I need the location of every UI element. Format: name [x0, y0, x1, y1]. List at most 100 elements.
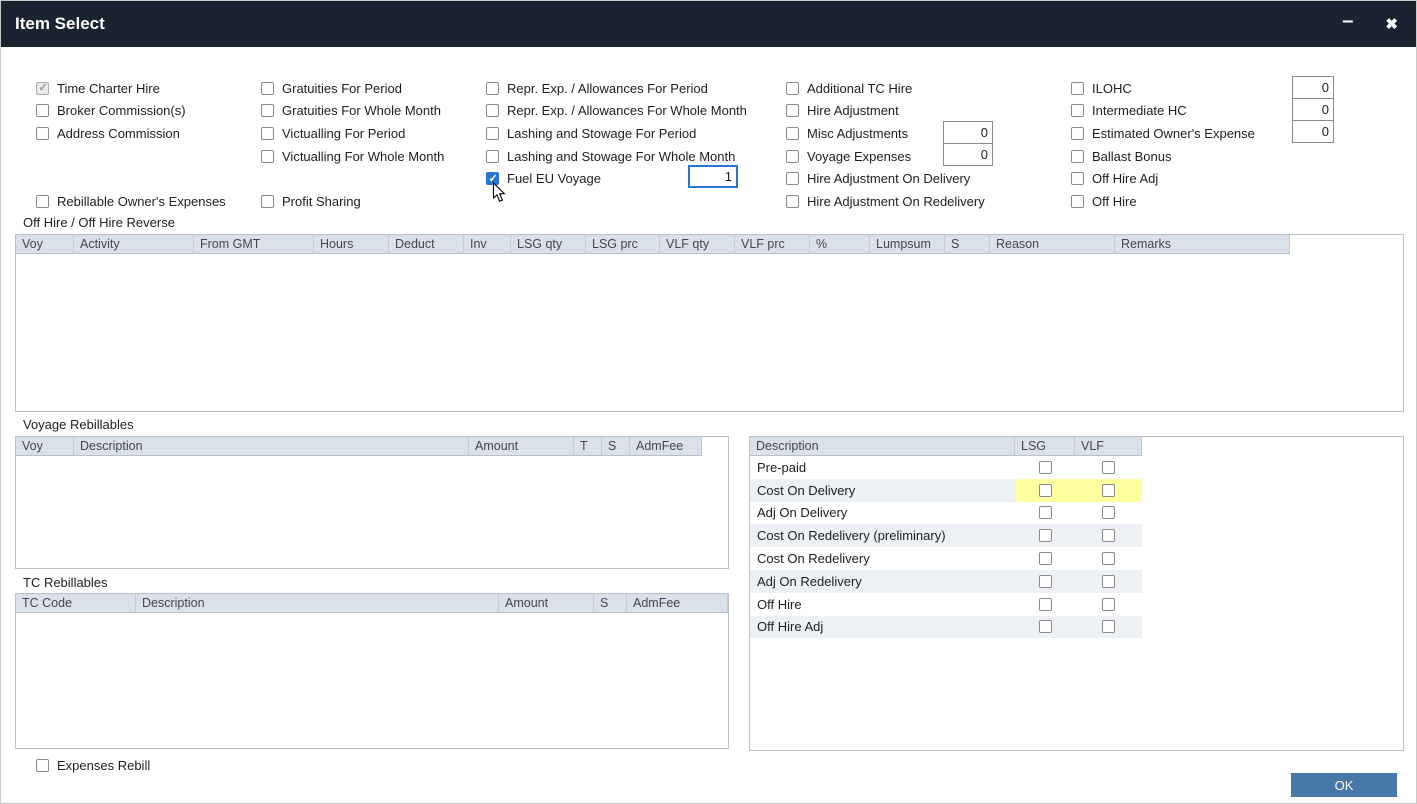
cost-row-off-hire[interactable]: Off Hire [750, 593, 1142, 616]
estimated-owners-expense-option: Estimated Owner's Expense [1071, 122, 1255, 145]
off-hire-adj-lsg-checkbox[interactable] [1039, 620, 1052, 633]
ilohc-checkbox[interactable] [1071, 82, 1084, 95]
voyage-expenses-input[interactable] [943, 143, 993, 166]
off-hire-col-lsg-prc: LSG prc [586, 235, 660, 254]
gratuities-for-period-checkbox[interactable] [261, 82, 274, 95]
voyage-expenses-checkbox[interactable] [786, 150, 799, 163]
voyage-rebillables-col-s: S [602, 437, 630, 456]
repr-exp-allowances-for-period-label: Repr. Exp. / Allowances For Period [507, 81, 708, 96]
pre-paid-lsg-checkbox[interactable] [1039, 461, 1052, 474]
ballast-bonus-checkbox[interactable] [1071, 150, 1084, 163]
lashing-and-stowage-for-period-checkbox[interactable] [486, 127, 499, 140]
expenses-rebill-option: Expenses Rebill [36, 754, 150, 777]
expenses-rebill-checkbox[interactable] [36, 759, 49, 772]
lashing-and-stowage-for-whole-month-checkbox[interactable] [486, 150, 499, 163]
off-hire-checkbox[interactable] [1071, 195, 1084, 208]
off-hire-adj-checkbox[interactable] [1071, 172, 1084, 185]
hire-adjustment-option: Hire Adjustment [786, 100, 985, 123]
fuel-eu-voyage-checkbox[interactable] [486, 172, 499, 185]
repr-exp-allowances-for-period-option: Repr. Exp. / Allowances For Period [486, 77, 747, 100]
cost-on-redelivery-preliminary-lsg-checkbox[interactable] [1039, 529, 1052, 542]
pre-paid-vlf-checkbox[interactable] [1102, 461, 1115, 474]
misc-adjustments-checkbox[interactable] [786, 127, 799, 140]
repr-exp-allowances-for-whole-month-checkbox[interactable] [486, 104, 499, 117]
voyage-rebillables-col-description: Description [74, 437, 469, 456]
cost-option-label: Cost On Redelivery [750, 547, 1015, 570]
cost-row-adj-on-redelivery[interactable]: Adj On Redelivery [750, 570, 1142, 593]
hire-adjustment-on-delivery-option: Hire Adjustment On Delivery [786, 167, 985, 190]
additional-tc-hire-checkbox[interactable] [786, 82, 799, 95]
cost-option-label: Adj On Redelivery [750, 570, 1015, 593]
voyage-rebillables-table: Voy Description Amount T S AdmFee [15, 436, 729, 569]
off-hire-adj-option: Off Hire Adj [1071, 167, 1255, 190]
estimated-owners-expense-input[interactable] [1292, 120, 1334, 143]
hire-adjustment-checkbox[interactable] [786, 104, 799, 117]
additional-tc-hire-label: Additional TC Hire [807, 81, 912, 96]
ilohc-option: ILOHC [1071, 77, 1255, 100]
off-hire-col-vlf-qty: VLF qty [660, 235, 735, 254]
ilohc-input[interactable] [1292, 76, 1334, 99]
cost-option-label: Off Hire [750, 593, 1015, 616]
cost-on-redelivery-preliminary-vlf-checkbox[interactable] [1102, 529, 1115, 542]
cost-row-adj-on-delivery[interactable]: Adj On Delivery [750, 502, 1142, 525]
intermediate-hc-label: Intermediate HC [1092, 103, 1187, 118]
off-hire-section-title: Off Hire / Off Hire Reverse [23, 215, 175, 230]
victualling-for-period-label: Victualling For Period [282, 126, 405, 141]
minimize-icon[interactable]: – [1342, 11, 1353, 31]
intermediate-hc-input[interactable] [1292, 98, 1334, 121]
address-commission-checkbox[interactable] [36, 127, 49, 140]
cost-option-label: Pre-paid [750, 456, 1015, 479]
broker-commissions-checkbox[interactable] [36, 104, 49, 117]
cost-options-rows: Pre-paid Cost On Delivery Adj On Deliver… [750, 456, 1142, 638]
fuel-eu-voyage-input[interactable] [688, 165, 738, 188]
cost-option-label: Adj On Delivery [750, 502, 1015, 525]
cost-options-col-lsg: LSG [1015, 437, 1075, 456]
hire-adjustment-on-delivery-label: Hire Adjustment On Delivery [807, 171, 970, 186]
close-icon[interactable]: ✖ [1385, 17, 1398, 32]
victualling-for-period-checkbox[interactable] [261, 127, 274, 140]
cost-option-label: Off Hire Adj [750, 616, 1015, 639]
victualling-for-whole-month-checkbox[interactable] [261, 150, 274, 163]
ok-button[interactable]: OK [1291, 773, 1397, 797]
misc-adjustments-label: Misc Adjustments [807, 126, 908, 141]
hire-adjustment-on-redelivery-option: Hire Adjustment On Redelivery [786, 190, 985, 213]
hire-adjustment-on-redelivery-checkbox[interactable] [786, 195, 799, 208]
rebillable-owners-expenses-checkbox[interactable] [36, 195, 49, 208]
cost-row-cost-on-delivery[interactable]: Cost On Delivery [750, 479, 1142, 502]
off-hire-col-reason: Reason [990, 235, 1115, 254]
off-hire-adj-vlf-checkbox[interactable] [1102, 620, 1115, 633]
cost-row-cost-on-redelivery[interactable]: Cost On Redelivery [750, 547, 1142, 570]
adj-on-redelivery-vlf-checkbox[interactable] [1102, 575, 1115, 588]
lashing-and-stowage-for-whole-month-option: Lashing and Stowage For Whole Month [486, 145, 747, 168]
cost-on-delivery-vlf-checkbox[interactable] [1102, 484, 1115, 497]
off-hire-col-lsg-qty: LSG qty [511, 235, 586, 254]
expenses-rebill-label: Expenses Rebill [57, 758, 150, 773]
misc-adjustments-input[interactable] [943, 121, 993, 144]
voyage-rebillables-header-filler [702, 437, 728, 456]
hire-adjustment-on-delivery-checkbox[interactable] [786, 172, 799, 185]
off-hire-col-lumpsum: Lumpsum [870, 235, 945, 254]
intermediate-hc-checkbox[interactable] [1071, 104, 1084, 117]
adj-on-delivery-lsg-checkbox[interactable] [1039, 506, 1052, 519]
adj-on-redelivery-lsg-checkbox[interactable] [1039, 575, 1052, 588]
off-hire-lsg-checkbox[interactable] [1039, 598, 1052, 611]
lashing-and-stowage-for-whole-month-label: Lashing and Stowage For Whole Month [507, 149, 735, 164]
cost-row-off-hire-adj[interactable]: Off Hire Adj [750, 616, 1142, 639]
repr-exp-allowances-for-period-checkbox[interactable] [486, 82, 499, 95]
cost-on-redelivery-vlf-checkbox[interactable] [1102, 552, 1115, 565]
cost-on-redelivery-lsg-checkbox[interactable] [1039, 552, 1052, 565]
adj-on-delivery-vlf-checkbox[interactable] [1102, 506, 1115, 519]
cost-row-cost-on-redelivery-preliminary[interactable]: Cost On Redelivery (preliminary) [750, 524, 1142, 547]
cost-on-delivery-lsg-checkbox[interactable] [1039, 484, 1052, 497]
profit-sharing-checkbox[interactable] [261, 195, 274, 208]
gratuities-for-whole-month-checkbox[interactable] [261, 104, 274, 117]
estimated-owners-expense-checkbox[interactable] [1071, 127, 1084, 140]
cost-row-pre-paid[interactable]: Pre-paid [750, 456, 1142, 479]
address-commission-option: Address Commission [36, 122, 226, 145]
voyage-rebillables-col-voy: Voy [16, 437, 74, 456]
off-hire-col-vlf-prc: VLF prc [735, 235, 810, 254]
voyage-rebillables-section-title: Voyage Rebillables [23, 417, 134, 432]
estimated-owners-expense-label: Estimated Owner's Expense [1092, 126, 1255, 141]
repr-exp-allowances-for-whole-month-label: Repr. Exp. / Allowances For Whole Month [507, 103, 747, 118]
off-hire-vlf-checkbox[interactable] [1102, 598, 1115, 611]
